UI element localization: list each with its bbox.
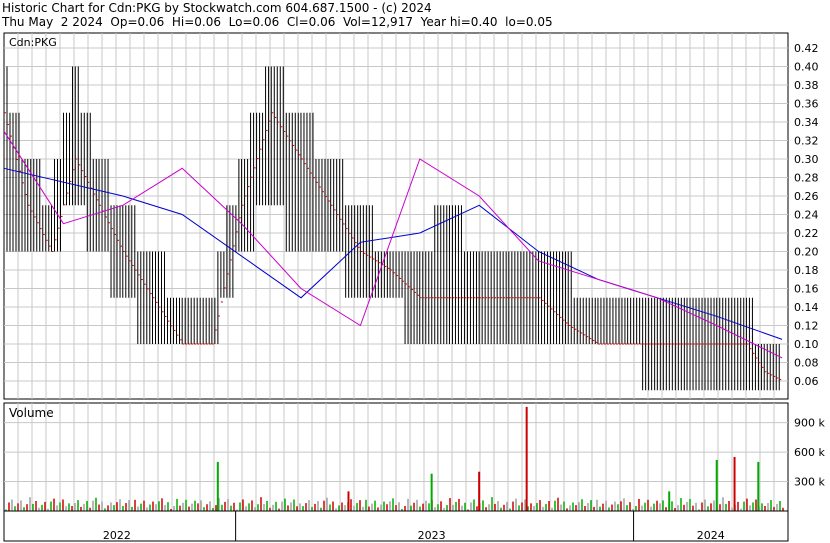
price-tick-label: 0.20 [794, 246, 819, 259]
price-tick-label: 0.12 [794, 320, 819, 333]
price-y-axis: 0.42 0.40 0.38 0.36 0.34 0.32 0.30 0.28 0.26 0.24… [794, 42, 819, 388]
volume-tick-label: 600 k [794, 446, 825, 459]
volume-panel: Volume 900 k 600 k 300 k [3, 402, 825, 512]
volume-y-axis: 900 k 600 k 300 k [794, 417, 825, 489]
price-tick-label: 0.28 [794, 172, 819, 185]
price-tick-label: 0.10 [794, 338, 819, 351]
price-tick-label: 0.40 [794, 61, 819, 74]
volume-tick-label: 300 k [794, 476, 825, 489]
volume-tick-label: 900 k [794, 417, 825, 430]
symbol-label: Cdn:PKG [9, 36, 57, 49]
price-tick-label: 0.22 [794, 227, 819, 240]
x-tick-label: 2023 [418, 529, 446, 542]
x-tick-label: 2022 [103, 529, 131, 542]
price-tick-label: 0.42 [794, 42, 819, 55]
price-tick-label: 0.06 [794, 375, 819, 388]
price-tick-label: 0.18 [794, 264, 819, 277]
price-tick-label: 0.24 [794, 209, 819, 222]
price-tick-label: 0.34 [794, 116, 819, 129]
volume-label: Volume [9, 406, 54, 420]
price-tick-label: 0.30 [794, 153, 819, 166]
price-tick-label: 0.26 [794, 190, 819, 203]
price-tick-label: 0.32 [794, 135, 819, 148]
price-tick-label: 0.14 [794, 301, 819, 314]
price-tick-label: 0.38 [794, 79, 819, 92]
price-tick-label: 0.16 [794, 283, 819, 296]
x-axis: 2022 2023 2024 [3, 510, 789, 542]
price-tick-label: 0.36 [794, 98, 819, 111]
stock-chart: Cdn:PKG 0.42 0.40 0.38 0.36 0.34 0.32 0.30 0.28… [3, 32, 825, 542]
price-panel: Cdn:PKG 0.42 0.40 0.38 0.36 0.34 0.32 0.30 0.28… [3, 32, 819, 400]
price-tick-label: 0.08 [794, 357, 819, 370]
x-tick-label: 2024 [697, 529, 725, 542]
